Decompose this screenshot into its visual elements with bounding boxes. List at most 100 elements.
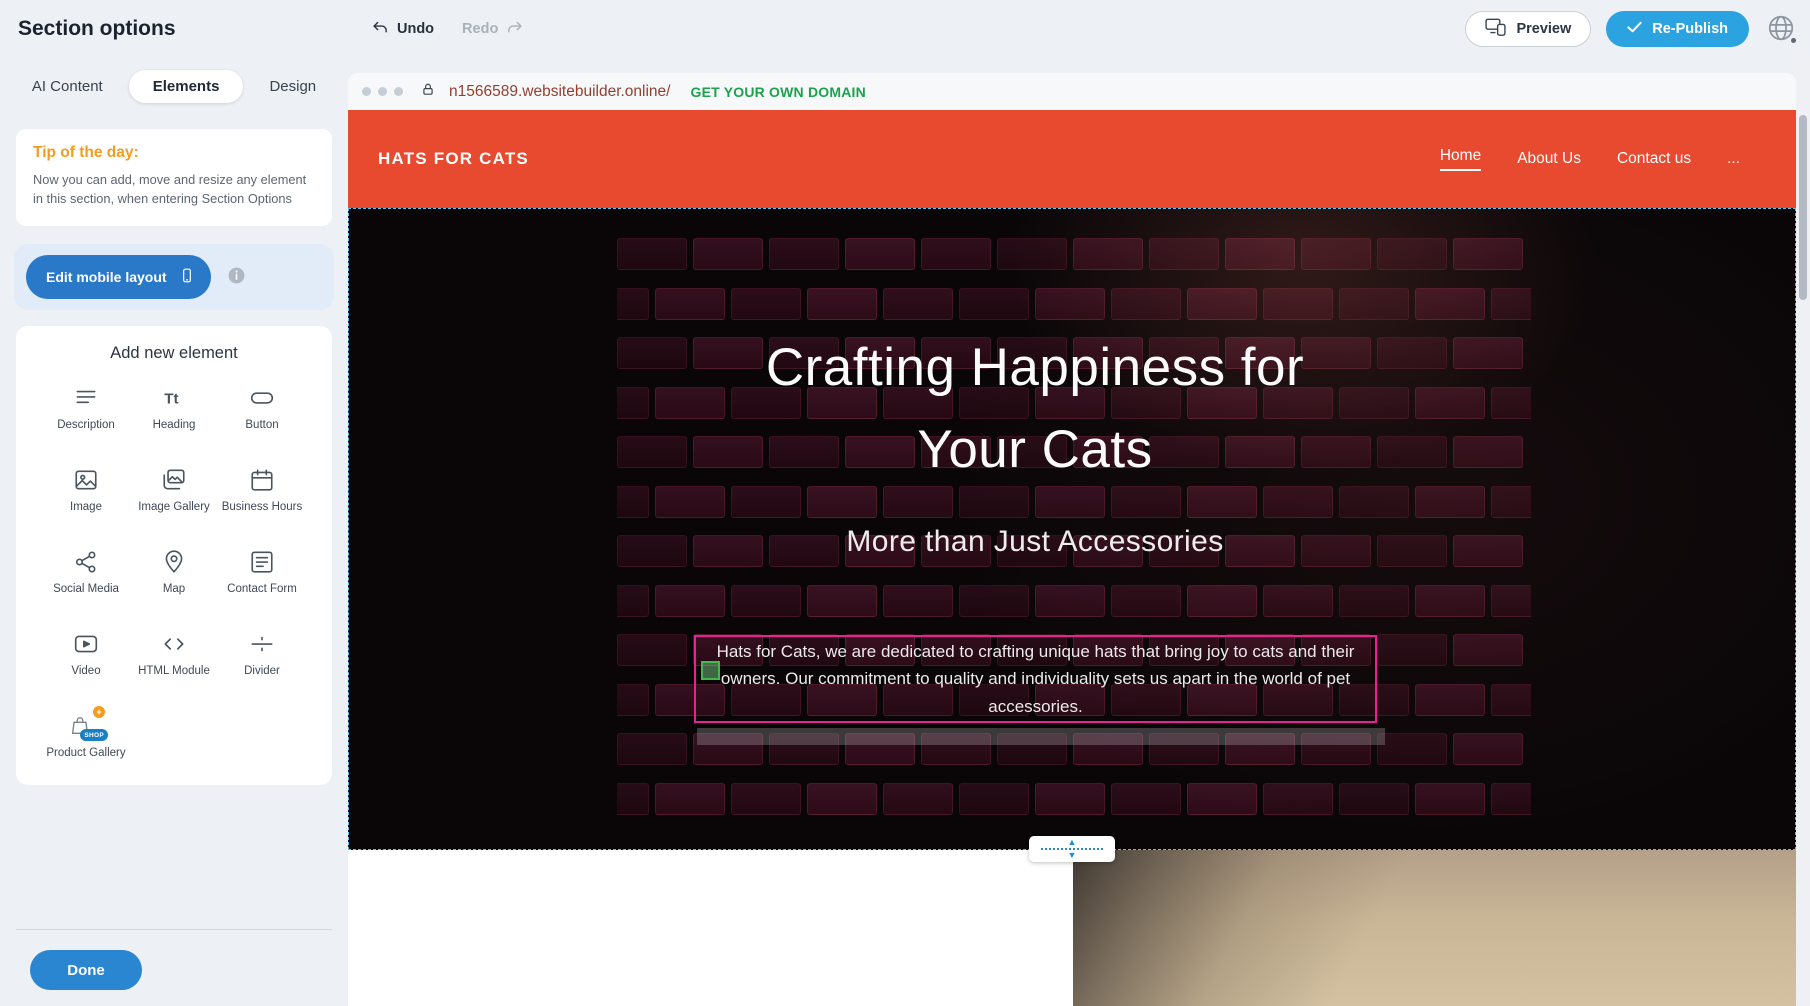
element-label: Image: [70, 500, 102, 515]
element-label: Product Gallery: [46, 746, 125, 761]
element-divider[interactable]: Divider: [218, 623, 306, 695]
undo-icon: [372, 19, 389, 40]
language-globe-button[interactable]: [1764, 12, 1798, 46]
description-icon: [73, 383, 99, 413]
mobile-layout-panel: Edit mobile layout: [14, 244, 334, 310]
preview-button[interactable]: Preview: [1465, 11, 1591, 47]
site-header[interactable]: HATS FOR CATS Home About Us Contact us...: [348, 110, 1796, 208]
next-section-white-area[interactable]: [348, 850, 1073, 1006]
add-element-card: Add new element DescriptionTtHeadingButt…: [16, 326, 332, 785]
tab-elements[interactable]: Elements: [129, 70, 244, 103]
nav-item-about-us[interactable]: About Us: [1517, 150, 1581, 168]
republish-button[interactable]: Re-Publish: [1606, 11, 1749, 47]
video-icon: [73, 629, 99, 659]
get-domain-link[interactable]: GET YOUR OWN DOMAIN: [690, 84, 865, 100]
hero-paragraph-selection[interactable]: Hats for Cats, we are dedicated to craft…: [694, 635, 1377, 723]
scrollbar-thumb[interactable]: [1799, 115, 1807, 300]
map-icon: [161, 547, 187, 577]
element-heading[interactable]: TtHeading: [130, 377, 218, 449]
edit-mobile-layout-button[interactable]: Edit mobile layout: [26, 255, 211, 299]
brick: [617, 634, 687, 666]
site-nav: Home About Us Contact us...: [1440, 147, 1740, 171]
element-map[interactable]: Map: [130, 541, 218, 613]
site-logo[interactable]: HATS FOR CATS: [378, 149, 529, 169]
edit-mobile-label: Edit mobile layout: [46, 269, 167, 285]
brick: [1339, 783, 1409, 815]
brick: [1263, 783, 1333, 815]
brick: [731, 783, 801, 815]
window-dot: [378, 87, 387, 96]
phone-icon: [179, 266, 195, 288]
html-module-icon: [161, 629, 187, 659]
element-button[interactable]: Button: [218, 377, 306, 449]
window-dot: [394, 87, 403, 96]
tip-body: Now you can add, move and resize any ele…: [33, 170, 315, 208]
element-description[interactable]: Description: [42, 377, 130, 449]
element-business-hours[interactable]: Business Hours: [218, 459, 306, 531]
brick: [1415, 684, 1485, 716]
nav-item-contact-us[interactable]: Contact us: [1617, 150, 1691, 168]
hero-paragraph[interactable]: Hats for Cats, we are dedicated to craft…: [706, 638, 1365, 720]
image-icon: [73, 465, 99, 495]
section-resize-handle[interactable]: ▲ ▼: [1029, 836, 1115, 862]
tip-title: Tip of the day:: [33, 144, 315, 162]
brick: [617, 783, 649, 815]
hero-heading[interactable]: Crafting Happiness for Your Cats: [715, 327, 1355, 491]
next-section: [348, 850, 1796, 1006]
tab-design[interactable]: Design: [255, 70, 330, 103]
done-button[interactable]: Done: [30, 950, 142, 990]
brick: [1453, 634, 1523, 666]
element-html-module[interactable]: HTML Module: [130, 623, 218, 695]
nav-item-home[interactable]: Home: [1440, 147, 1481, 171]
nav-item-more[interactable]: ...: [1727, 150, 1740, 168]
topbar-actions: Preview Re-Publish: [1465, 0, 1798, 58]
element-product-gallery[interactable]: SHOP+Product Gallery: [42, 705, 130, 777]
resize-down-arrow-icon: ▼: [1068, 851, 1077, 860]
brick: [1377, 733, 1447, 765]
element-contact-form[interactable]: Contact Form: [218, 541, 306, 613]
hero-faint-bar: [697, 728, 1385, 745]
element-label: Business Hours: [222, 500, 303, 515]
heading-icon: Tt: [161, 383, 187, 413]
preview-icon: [1485, 18, 1506, 40]
add-element-title: Add new element: [16, 344, 332, 363]
brick: [883, 585, 953, 617]
element-label: HTML Module: [138, 664, 210, 679]
element-label: Social Media: [53, 582, 119, 597]
green-selection-handle[interactable]: [701, 661, 720, 680]
tab-ai-content[interactable]: AI Content: [18, 70, 117, 103]
svg-text:Tt: Tt: [164, 391, 178, 408]
hero-section-selected[interactable]: Crafting Happiness for Your Cats More th…: [348, 208, 1796, 850]
topbar: Section options Undo Redo Preview Re-Pub…: [0, 0, 1810, 58]
element-label: Contact Form: [227, 582, 297, 597]
site-preview-canvas: n1566589.websitebuilder.online/ GET YOUR…: [348, 73, 1796, 1006]
info-button[interactable]: [227, 266, 246, 288]
brick: [655, 585, 725, 617]
brick: [1339, 585, 1409, 617]
element-social-media[interactable]: Social Media: [42, 541, 130, 613]
undo-button[interactable]: Undo: [372, 19, 434, 40]
next-section-photo[interactable]: [1073, 850, 1796, 1006]
brick: [1491, 585, 1531, 617]
element-video[interactable]: Video: [42, 623, 130, 695]
element-image-gallery[interactable]: Image Gallery: [130, 459, 218, 531]
site-url[interactable]: n1566589.websitebuilder.online/: [449, 83, 670, 101]
brick: [807, 585, 877, 617]
page-scrollbar: [1796, 58, 1810, 1006]
element-image[interactable]: Image: [42, 459, 130, 531]
brick: [883, 783, 953, 815]
brick: [655, 783, 725, 815]
sidebar-divider: [16, 929, 332, 930]
hero-subheading[interactable]: More than Just Accessories: [349, 525, 1721, 559]
preview-label: Preview: [1516, 21, 1571, 37]
brick: [617, 733, 687, 765]
divider-icon: [249, 629, 275, 659]
resize-up-arrow-icon: ▲: [1068, 838, 1077, 847]
redo-button[interactable]: Redo: [462, 19, 523, 40]
brick: [807, 783, 877, 815]
undo-label: Undo: [397, 21, 434, 37]
element-label: Map: [163, 582, 185, 597]
check-icon: [1627, 21, 1642, 37]
sidebar-tabs: AI Content Elements Design: [0, 70, 348, 103]
brick: [1035, 783, 1105, 815]
